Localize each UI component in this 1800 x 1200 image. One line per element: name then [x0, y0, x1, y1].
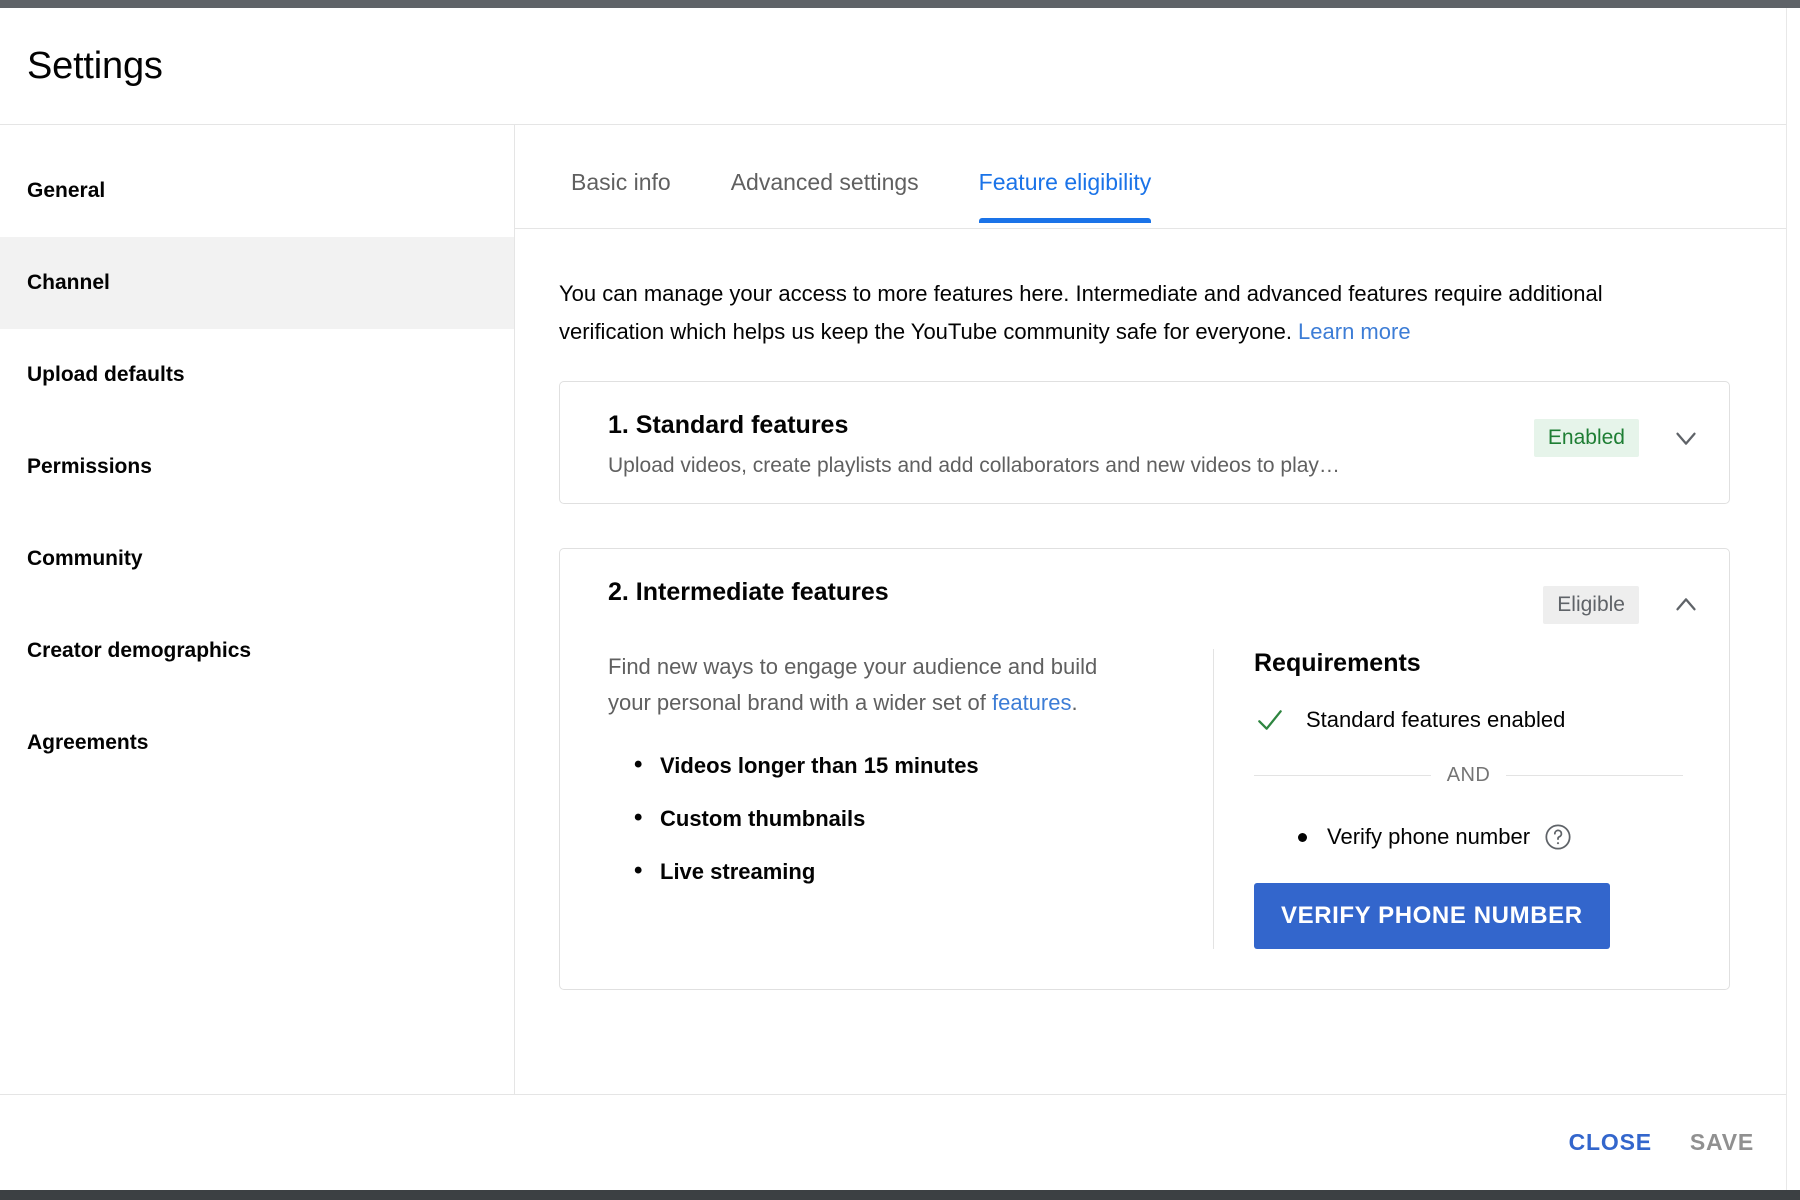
sidebar-item-label: Creator demographics	[27, 639, 252, 662]
page-right-margin	[1786, 8, 1800, 1190]
sidebar-item-label: Upload defaults	[27, 363, 185, 386]
card-subtitle: Upload videos, create playlists and add …	[608, 454, 1340, 477]
sidebar-item-label: Channel	[27, 271, 110, 294]
chevron-up-icon[interactable]	[1669, 588, 1703, 622]
settings-content: Basic info Advanced settings Feature eli…	[515, 125, 1786, 1094]
status-badge: Enabled	[1533, 419, 1639, 457]
sidebar-item-label: General	[27, 179, 106, 202]
sidebar-item-channel[interactable]: Channel	[0, 237, 514, 329]
sidebar-item-label: Community	[27, 547, 143, 570]
dialog-footer: CLOSE SAVE	[0, 1094, 1786, 1190]
card-description: Find new ways to engage your audience an…	[608, 649, 1108, 721]
tab-label: Feature eligibility	[978, 169, 1152, 195]
features-link[interactable]: features	[992, 690, 1072, 715]
and-label: AND	[1446, 764, 1491, 786]
requirements-column: Requirements Standard features enabled A…	[1213, 649, 1683, 949]
sidebar-item-label: Permissions	[27, 455, 152, 478]
card-standard-features: 1. Standard features Upload videos, crea…	[559, 381, 1730, 504]
requirement-pending-row: Verify phone number	[1254, 823, 1683, 851]
dialog-body: General Channel Upload defaults Permissi…	[0, 125, 1786, 1094]
requirements-title: Requirements	[1254, 649, 1421, 677]
intro-body: You can manage your access to more featu…	[559, 281, 1603, 344]
description-tail: .	[1071, 690, 1078, 715]
close-button[interactable]: CLOSE	[1569, 1129, 1652, 1156]
sidebar-item-upload-defaults[interactable]: Upload defaults	[0, 329, 514, 421]
card-header-text: 1. Standard features Upload videos, crea…	[608, 411, 1534, 478]
status-badge: Eligible	[1543, 586, 1639, 624]
list-item: Custom thumbnails	[634, 804, 1173, 832]
bullet-icon	[1298, 832, 1307, 842]
feature-list: Videos longer than 15 minutes Custom thu…	[608, 751, 1173, 885]
settings-dialog: Settings General Channel Upload defaults…	[0, 8, 1786, 1190]
divider-line-left	[1254, 775, 1431, 776]
sidebar-item-agreements[interactable]: Agreements	[0, 697, 514, 789]
save-button[interactable]: SAVE	[1690, 1129, 1754, 1156]
requirement-label: Standard features enabled	[1306, 707, 1566, 732]
card-title: 2. Intermediate features	[608, 578, 889, 606]
card-header[interactable]: 2. Intermediate features Eligible	[560, 549, 1729, 649]
chevron-down-icon[interactable]	[1669, 421, 1703, 455]
feature-eligibility-panel: You can manage your access to more featu…	[515, 229, 1786, 1094]
sidebar-item-creator-demographics[interactable]: Creator demographics	[0, 605, 514, 697]
settings-dialog-screen: Settings General Channel Upload defaults…	[0, 0, 1800, 1200]
sidebar-item-community[interactable]: Community	[0, 513, 514, 605]
verify-phone-number-button[interactable]: VERIFY PHONE NUMBER	[1254, 883, 1610, 949]
requirement-label: Verify phone number	[1327, 824, 1531, 849]
requirement-met-row: Standard features enabled	[1254, 704, 1683, 736]
tab-feature-eligibility[interactable]: Feature eligibility	[978, 169, 1152, 223]
tab-bar: Basic info Advanced settings Feature eli…	[515, 125, 1786, 229]
card-title: 1. Standard features	[608, 411, 849, 439]
sidebar-item-label: Agreements	[27, 731, 149, 754]
page-title: Settings	[27, 44, 163, 87]
dialog-header: Settings	[0, 8, 1786, 125]
card-header-actions: Eligible	[1543, 578, 1703, 624]
panel-intro-text: You can manage your access to more featu…	[559, 275, 1639, 351]
settings-sidebar: General Channel Upload defaults Permissi…	[0, 125, 515, 1094]
card-expanded-body: Find new ways to engage your audience an…	[560, 649, 1729, 989]
browser-top-bar	[0, 0, 1800, 8]
learn-more-link[interactable]: Learn more	[1298, 319, 1411, 344]
card-header-actions: Enabled	[1533, 411, 1703, 457]
list-item: Videos longer than 15 minutes	[634, 751, 1173, 779]
tab-label: Basic info	[571, 169, 671, 195]
and-divider: AND	[1254, 764, 1683, 787]
card-intermediate-features: 2. Intermediate features Eligible Find n…	[559, 548, 1730, 990]
list-item: Live streaming	[634, 857, 1173, 885]
sidebar-item-permissions[interactable]: Permissions	[0, 421, 514, 513]
tab-label: Advanced settings	[730, 169, 919, 195]
sidebar-item-general[interactable]: General	[0, 145, 514, 237]
divider-line-right	[1506, 775, 1683, 776]
card-description-column: Find new ways to engage your audience an…	[608, 649, 1213, 949]
tab-basic-info[interactable]: Basic info	[571, 169, 671, 222]
browser-bottom-bar	[0, 1190, 1800, 1200]
card-header-text: 2. Intermediate features	[608, 578, 1543, 621]
check-icon	[1254, 704, 1286, 736]
tab-advanced-settings[interactable]: Advanced settings	[731, 169, 919, 222]
card-header[interactable]: 1. Standard features Upload videos, crea…	[560, 382, 1729, 503]
help-circle-icon[interactable]	[1544, 823, 1572, 851]
